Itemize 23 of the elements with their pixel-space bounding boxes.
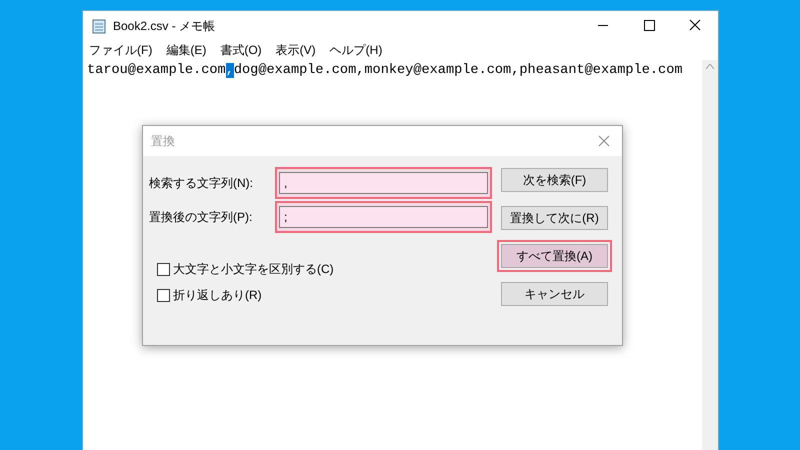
dialog-button[interactable]: 置換して次に(R) — [501, 206, 608, 230]
menu-item[interactable]: ヘルプ(H) — [330, 41, 382, 59]
checkbox-label: 折り返しあり(R) — [173, 287, 262, 304]
window-title: Book2.csv - メモ帳 — [113, 18, 216, 34]
checkbox[interactable] — [157, 288, 170, 302]
checkbox-label: 大文字と小文字を区別する(C) — [173, 261, 334, 278]
menu-item[interactable]: ファイル(F) — [89, 41, 152, 59]
text-field[interactable]: , — [279, 172, 488, 194]
dialog-title: 置換 — [151, 133, 175, 150]
vertical-scrollbar[interactable] — [702, 60, 718, 450]
field-label: 検索する文字列(N): — [149, 175, 254, 192]
menu-item[interactable]: 表示(V) — [276, 41, 316, 59]
editor-text: tarou@example.com,dog@example.com,monkey@example.com,pheasant@example.com — [87, 62, 684, 80]
dialog-button[interactable]: すべて置換(A) — [501, 244, 608, 268]
dialog-button[interactable]: キャンセル — [501, 282, 608, 306]
text-field[interactable]: ; — [279, 206, 488, 228]
menu-item[interactable]: 書式(O) — [220, 41, 262, 59]
field-label: 置換後の文字列(P): — [149, 209, 254, 226]
notepad-icon — [91, 18, 107, 34]
checkbox[interactable] — [157, 262, 170, 276]
menu-item[interactable]: 編集(E) — [166, 41, 206, 59]
text-selection: , — [226, 63, 234, 78]
dialog-button[interactable]: 次を検索(F) — [501, 168, 608, 192]
